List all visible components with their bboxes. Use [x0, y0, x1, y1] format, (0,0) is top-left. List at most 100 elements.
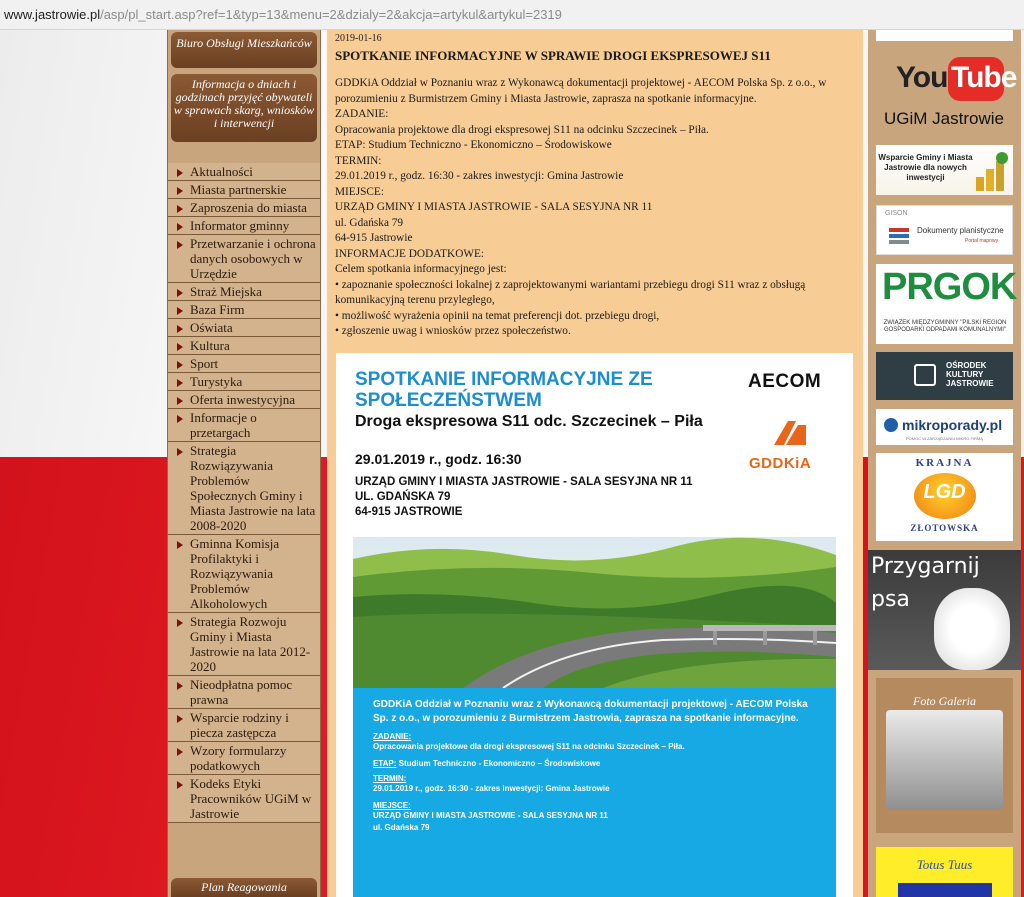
youtube-logo-tube-text: Tube	[951, 61, 1017, 94]
address-bar[interactable]: www.jastrowie.pl/asp/pl_start.asp?ref=1&…	[0, 0, 1024, 30]
poster-term: 29.01.2019 r., godz. 16:30 - zakres inwe…	[373, 784, 610, 793]
banner-lgd-krajna[interactable]: KRAJNA LGD ZŁOTOWSKA	[876, 453, 1013, 541]
documents-icon	[889, 228, 909, 244]
banner-foto-galeria[interactable]: Foto Galeria	[876, 678, 1013, 833]
task-label: ZADANIE:	[335, 108, 389, 120]
banner-plan-reagowania[interactable]: Plan Reagowania	[171, 878, 317, 897]
highway-photo	[353, 537, 836, 688]
poster-stage: ETAP: Studium Techniczno - Ekonomiczno –…	[373, 759, 816, 768]
banner-biuro-obslugi[interactable]: Biuro Obsługi Mieszkańców	[171, 32, 317, 68]
nav-item[interactable]: Oświata	[168, 319, 320, 337]
poster-task: Opracowania projektowe dla drogi ekspres…	[373, 742, 685, 751]
article-intro: GDDKiA Oddział w Poznaniu wraz z Wykonaw…	[335, 77, 827, 105]
osrodek-kultury-icon	[914, 364, 936, 386]
youtube-caption: UGiM Jastrowie	[884, 109, 1004, 128]
nav-item[interactable]: Aktualności	[168, 163, 320, 181]
banner-mikroporady[interactable]: mikroporady.pl POMOC W ZARZĄDZANIU MIKRO…	[876, 409, 1013, 445]
poster-info-intro: GDDKiA Oddział w Poznaniu wraz z Wykonaw…	[373, 699, 808, 724]
banner-gison-portal[interactable]: GISON Dokumenty planistyczne Portal mapo…	[876, 205, 1013, 255]
wsparcie-text: Wsparcie Gminy i Miasta Jastrowie dla no…	[878, 153, 973, 182]
banner-totus-tuus[interactable]: Totus Tuus	[876, 847, 1013, 897]
poster-venue-line: UL. GDAŃSKA 79	[355, 491, 451, 503]
krajna-text: KRAJNA	[915, 457, 974, 469]
bullet-item: • zgłoszenie uwag i wniosków przez społe…	[335, 325, 571, 337]
totus-tuus-text: Totus Tuus	[916, 857, 973, 872]
poster-heading: SPOTKANIE INFORMACYJNE ZE SPOŁECZEŃSTWEM	[355, 369, 653, 411]
nav-item[interactable]: Baza Firm	[168, 301, 320, 319]
nav-item[interactable]: Nieodpłatna pomoc prawna	[168, 676, 320, 709]
nav-item[interactable]: Gminna Komisja Profilaktyki i Rozwiązywa…	[168, 535, 320, 613]
banner-wsparcie-inwestycji[interactable]: Wsparcie Gminy i Miasta Jastrowie dla no…	[876, 145, 1013, 195]
poster-venue-line: 64-915 JASTROWIE	[355, 506, 463, 518]
left-navigation: Biuro Obsługi Mieszkańców Informacja o d…	[167, 30, 321, 897]
bullet-item: • możliwość wyrażenia opinii na temat pr…	[335, 309, 660, 322]
nav-item[interactable]: Miasta partnerskie	[168, 181, 320, 199]
url-text[interactable]: www.jastrowie.pl/asp/pl_start.asp?ref=1&…	[4, 7, 562, 22]
totus-tuus-image	[898, 883, 992, 897]
banner-top-partial[interactable]	[876, 30, 1013, 41]
url-host: www.jastrowie.pl	[4, 7, 101, 22]
poster-venue-line: URZĄD GMINY I MIASTA JASTROWIE - SALA SE…	[355, 476, 693, 488]
youtube-logo-you: You	[896, 61, 948, 94]
place-line-1: URZĄD GMINY I MIASTA JASTROWIE - SALA SE…	[335, 201, 653, 213]
nav-item[interactable]: Turystyka	[168, 373, 320, 391]
poster-info-box: GDDKiA Oddział w Poznaniu wraz z Wykonaw…	[353, 688, 836, 897]
url-path: /asp/pl_start.asp?ref=1&typ=13&menu=2&dz…	[100, 7, 562, 22]
nav-item[interactable]: Wsparcie rodziny i piecza zastępcza	[168, 709, 320, 742]
banner-przygarnij-psa[interactable]: Przygarnij psa	[868, 550, 1021, 670]
przygarnij-text: Przygarnij psa	[871, 554, 980, 612]
aecom-logo: AECOM	[748, 371, 822, 392]
nav-item[interactable]: Sport	[168, 355, 320, 373]
poster-subheading: Droga ekspresowa S11 odc. Szczecinek – P…	[355, 413, 703, 430]
stage-text: ETAP: Studium Techniczno - Ekonomiczno –…	[335, 139, 612, 151]
banner-prgok[interactable]: PRGOK ZWIĄZEK MIĘDZYGMINNY "PILSKI REGIO…	[876, 264, 1017, 344]
poster-venue: URZĄD GMINY I MIASTA JASTROWIE - SALA SE…	[355, 475, 693, 520]
youtube-logo-tube: Tube	[948, 57, 1017, 101]
poster-stage-text: Studium Techniczno - Ekonomiczno – Środo…	[396, 759, 601, 768]
poster-task-label: ZADANIE:	[373, 732, 412, 741]
poster-place-label: MIEJSCE:	[373, 801, 411, 810]
article-content: 2019-01-16 SPOTKANIE INFORMACYJNE W SPRA…	[327, 30, 863, 897]
bullet-item: • zapoznanie społeczności lokalnej z zap…	[335, 278, 806, 307]
banner-osrodek-kultury[interactable]: OŚRODEK KULTURY JASTROWIE	[876, 352, 1013, 400]
poster-stage-label: ETAP:	[373, 759, 397, 768]
poster-place-1: URZĄD GMINY I MIASTA JASTROWIE - SALA SE…	[373, 811, 608, 820]
nav-item[interactable]: Strategia Rozwiązywania Problemów Społec…	[168, 442, 320, 535]
nav-item[interactable]: Strategia Rozwoju Gminy i Miasta Jastrow…	[168, 613, 320, 676]
osrodek-kultury-text: OŚRODEK KULTURY JASTROWIE	[946, 361, 994, 388]
nav-item[interactable]: Informator gminny	[168, 217, 320, 235]
foto-galeria-text: Foto Galeria	[913, 694, 976, 708]
poster-term-label: TERMIN:	[373, 774, 407, 783]
nav-item[interactable]: Przetwarzanie i ochrona danych osobowych…	[168, 235, 320, 283]
banner-youtube[interactable]: You Tube UGiM Jastrowie	[876, 55, 1017, 133]
mikroporady-subtitle: POMOC W ZARZĄDZANIU MIKRO FIRMĄ	[906, 436, 983, 441]
nav-item[interactable]: Straż Miejska	[168, 283, 320, 301]
gis-portal-text: Portal mapowy	[965, 238, 999, 244]
poster-date: 29.01.2019 r., godz. 16:30	[355, 451, 522, 467]
nav-item[interactable]: Zaproszenia do miasta	[168, 199, 320, 217]
term-text: 29.01.2019 r., godz. 16:30 - zakres inwe…	[335, 170, 624, 182]
article-body: GDDKiA Oddział w Poznaniu wraz z Wykonaw…	[335, 76, 855, 340]
mikroporady-text: mikroporady.pl	[902, 417, 1003, 433]
mikroporady-icon	[884, 418, 898, 432]
goal-text: Celem spotkania informacyjnego jest:	[335, 263, 507, 275]
article-date: 2019-01-16	[335, 33, 382, 44]
article-title: SPOTKANIE INFORMACYJNE W SPRAWIE DROGI E…	[335, 48, 771, 63]
place-line-3: 64-915 Jastrowie	[335, 232, 413, 244]
zlotowska-text: ZŁOTOWSKA	[910, 523, 979, 533]
gison-label: GISON	[885, 210, 908, 217]
coins-icon	[976, 152, 1008, 191]
prgok-subtitle: ZWIĄZEK MIĘDZYGMINNY "PILSKI REGION GOSP…	[883, 320, 1007, 333]
event-poster: SPOTKANIE INFORMACYJNE ZE SPOŁECZEŃSTWEM…	[336, 353, 853, 897]
nav-item[interactable]: Informacje o przetargach	[168, 409, 320, 442]
nav-item[interactable]: Oferta inwestycyjna	[168, 391, 320, 409]
place-label: MIEJSCE:	[335, 185, 384, 198]
banner-informacja-przyjec[interactable]: Informacja o dniach i godzinach przyjęć …	[171, 74, 317, 142]
prgok-logo: PRGOK	[882, 266, 1017, 308]
nav-item[interactable]: Kultura	[168, 337, 320, 355]
lgd-text: LGD	[923, 481, 966, 503]
term-label: TERMIN:	[335, 154, 382, 167]
extra-label: INFORMACJE DODATKOWE:	[335, 247, 485, 260]
nav-item[interactable]: Wzory formularzy podatkowych	[168, 742, 320, 775]
nav-item[interactable]: Kodeks Etyki Pracowników UGiM w Jastrowi…	[168, 775, 320, 823]
